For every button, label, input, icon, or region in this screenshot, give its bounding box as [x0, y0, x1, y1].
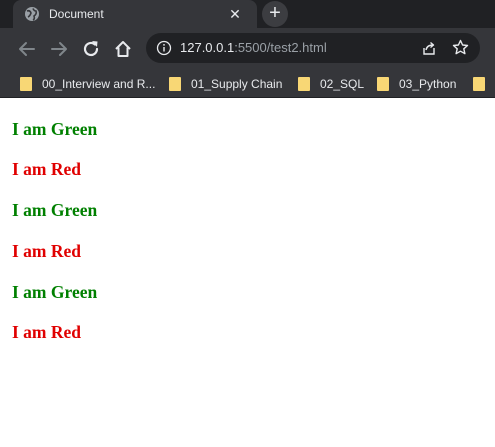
folder-icon[interactable] — [473, 77, 485, 91]
browser-chrome: Document ✕ + 127.0.0.1:5500/test2.html 0… — [0, 0, 495, 98]
url-text: 127.0.0.1:5500/test2.html — [180, 40, 327, 56]
info-icon[interactable] — [156, 40, 172, 56]
red-text-line: I am Red — [12, 159, 82, 179]
url-host: 127.0.0.1 — [180, 40, 235, 55]
back-arrow-icon[interactable] — [16, 38, 38, 60]
new-tab-button[interactable]: + — [262, 1, 288, 27]
folder-icon — [298, 77, 310, 91]
bookmark-label: 02_SQL — [320, 77, 365, 91]
close-icon[interactable]: ✕ — [227, 6, 243, 22]
reload-icon[interactable] — [80, 38, 102, 60]
toolbar: 127.0.0.1:5500/test2.html — [0, 28, 495, 70]
green-text-line: I am Green — [12, 282, 98, 302]
share-icon[interactable] — [421, 40, 437, 56]
folder-icon — [169, 77, 181, 91]
folder-icon — [377, 77, 389, 91]
globe-icon — [25, 7, 39, 21]
home-icon[interactable] — [112, 38, 134, 60]
tab-title: Document — [49, 7, 104, 21]
green-text-line: I am Green — [12, 119, 98, 139]
bookmark-label: 00_Interview and R... — [42, 77, 156, 91]
bookmark-label: 03_Python — [399, 77, 457, 91]
page-content: I am Green I am Red I am Green I am Red … — [0, 98, 495, 447]
forward-arrow-icon[interactable] — [48, 38, 70, 60]
folder-icon — [20, 77, 32, 91]
tab-strip: Document ✕ + — [0, 0, 495, 28]
red-text-line: I am Red — [12, 241, 82, 261]
red-text-line: I am Red — [12, 322, 82, 342]
star-icon[interactable] — [452, 39, 469, 56]
green-text-line: I am Green — [12, 200, 98, 220]
tab-document[interactable]: Document ✕ — [13, 0, 257, 28]
bookmark-label: 01_Supply Chain — [191, 77, 283, 91]
url-path: :5500/test2.html — [234, 40, 327, 55]
address-bar[interactable]: 127.0.0.1:5500/test2.html — [146, 33, 480, 63]
bookmarks-bar: 00_Interview and R... 01_Supply Chain 02… — [0, 70, 495, 98]
